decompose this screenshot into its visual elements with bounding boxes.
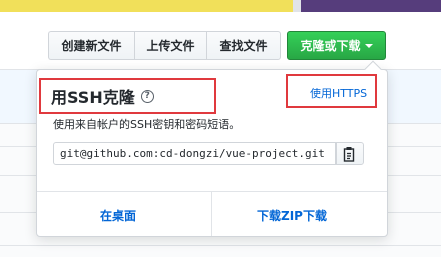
repo-page: 创建新文件 上传文件 查找文件 克隆或下载 用SSH克隆 ? 使用HTTPS 使… (0, 0, 441, 257)
question-circle-icon[interactable]: ? (140, 89, 154, 103)
caret-down-icon (364, 44, 373, 48)
divider (0, 245, 441, 246)
open-in-desktop-link[interactable]: 在桌面 (100, 207, 136, 224)
upload-files-button[interactable]: 上传文件 (134, 31, 206, 60)
clone-url-input[interactable]: git@github.com:cd-dongzi/vue-project.git (53, 142, 336, 165)
clipboard-icon (343, 146, 355, 162)
language-segment-yellow (0, 0, 293, 12)
panel-vertical-divider (211, 191, 212, 236)
clone-dropdown: 用SSH克隆 ? 使用HTTPS 使用来自帐户的SSH密钥和密码短语。 git@… (36, 60, 388, 237)
create-file-button[interactable]: 创建新文件 (48, 31, 134, 60)
file-toolbar: 创建新文件 上传文件 查找文件 (48, 31, 281, 60)
language-segment-gap (293, 0, 301, 12)
copy-url-button[interactable] (336, 142, 364, 165)
clone-description: 使用来自帐户的SSH密钥和密码短语。 (53, 118, 241, 131)
clone-title-text: 用SSH克隆 (51, 88, 135, 107)
language-segment-purple (301, 0, 441, 12)
clone-title: 用SSH克隆 ? (51, 84, 154, 108)
find-file-button[interactable]: 查找文件 (206, 31, 281, 60)
clone-download-button[interactable]: 克隆或下载 (287, 31, 386, 60)
download-zip-link[interactable]: 下载ZIP下载 (257, 207, 327, 224)
clone-download-label: 克隆或下载 (300, 39, 361, 53)
language-bar (0, 0, 441, 12)
panel-divider (37, 191, 387, 192)
use-https-link[interactable]: 使用HTTPS (310, 85, 367, 101)
